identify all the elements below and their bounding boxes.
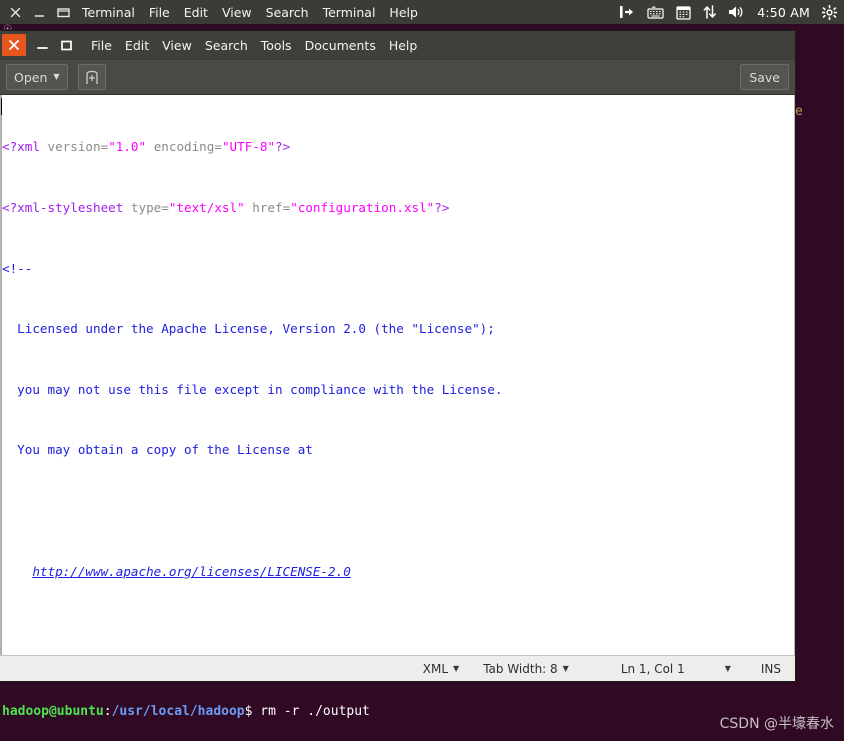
panel-menu-file[interactable]: File: [149, 3, 170, 22]
cursor-position[interactable]: Ln 1, Col 1 ▼: [581, 662, 743, 676]
terminal-prompt-path: /usr/local/hadoop: [111, 704, 245, 719]
gear-icon[interactable]: [822, 4, 837, 20]
gedit-window[interactable]: File Edit View Search Tools Documents He…: [0, 31, 795, 681]
gedit-menu-tools[interactable]: Tools: [261, 38, 292, 53]
maximize-icon[interactable]: [57, 6, 70, 19]
license-url-link[interactable]: http://www.apache.org/licenses/LICENSE-2…: [32, 564, 350, 579]
language-selector[interactable]: XML ▼: [411, 662, 471, 676]
chevron-down-icon: ▼: [453, 663, 460, 673]
minimize-icon[interactable]: [30, 34, 54, 56]
calendar-icon[interactable]: [676, 4, 691, 20]
code-line: Licensed under the Apache License, Versi…: [2, 321, 495, 337]
close-icon[interactable]: [9, 6, 22, 19]
terminal-text-sliver: e: [795, 104, 803, 119]
tab-width-selector[interactable]: Tab Width: 8 ▼: [471, 662, 581, 676]
code-line: you may not use this file except in comp…: [2, 381, 503, 397]
terminal-command: rm -r ./output: [260, 704, 370, 719]
code-line: <!--: [2, 260, 33, 276]
panel-menu-view[interactable]: View: [222, 3, 252, 22]
session-indicator-icon[interactable]: [619, 4, 635, 20]
gedit-titlebar: File Edit View Search Tools Documents He…: [0, 31, 795, 59]
new-document-icon[interactable]: [77, 64, 106, 90]
unity-top-panel: Terminal File Edit View Search Terminal …: [0, 0, 844, 24]
keyboard-indicator-icon[interactable]: [647, 4, 664, 20]
code-line: <?xml version="1.0" encoding="UTF-8"?>: [2, 139, 291, 155]
insert-mode-indicator[interactable]: INS: [743, 662, 785, 676]
gedit-menu-help[interactable]: Help: [389, 38, 418, 53]
cursor-position-label: Ln 1, Col 1: [620, 661, 685, 676]
open-button-label: Open: [14, 69, 48, 85]
panel-menubar[interactable]: Terminal File Edit View Search Terminal …: [82, 3, 418, 22]
language-label: XML: [422, 661, 449, 676]
gedit-statusbar: XML ▼ Tab Width: 8 ▼ Ln 1, Col 1 ▼ INS: [0, 655, 795, 681]
panel-menu-terminal[interactable]: Terminal: [323, 3, 376, 22]
gedit-toolbar: Open ▼ Save: [0, 59, 795, 95]
chevron-down-icon: ▼: [724, 663, 731, 673]
gedit-menu-file[interactable]: File: [91, 38, 112, 53]
panel-app-name[interactable]: Terminal: [82, 3, 135, 22]
tab-width-label: Tab Width: 8: [483, 661, 558, 676]
gedit-menu-edit[interactable]: Edit: [125, 38, 149, 53]
network-indicator-icon[interactable]: [703, 4, 717, 20]
save-button-label: Save: [749, 69, 780, 85]
panel-menu-search[interactable]: Search: [266, 3, 309, 22]
panel-menu-help[interactable]: Help: [389, 3, 418, 22]
gedit-menu-search[interactable]: Search: [205, 38, 248, 53]
code-line: <?xml-stylesheet type="text/xsl" href="c…: [2, 200, 450, 215]
maximize-icon[interactable]: [54, 34, 78, 56]
system-tray: 4:50 AM: [619, 4, 844, 20]
open-button[interactable]: Open ▼: [6, 64, 68, 90]
code-line: http://www.apache.org/licenses/LICENSE-2…: [2, 562, 563, 582]
clock[interactable]: 4:50 AM: [757, 5, 810, 20]
minimize-icon[interactable]: [33, 6, 46, 19]
gedit-editor-area[interactable]: <?xml version="1.0" encoding="UTF-8"?> <…: [0, 95, 795, 655]
panel-window-controls: [0, 6, 82, 19]
save-button[interactable]: Save: [740, 64, 789, 90]
gedit-menu-view[interactable]: View: [162, 38, 192, 53]
chevron-down-icon: ▼: [562, 663, 569, 673]
terminal-line: hadoop@ubuntu:/usr/local/hadoop$ rm -r .…: [2, 704, 370, 719]
close-icon[interactable]: [2, 34, 26, 56]
volume-icon[interactable]: [728, 4, 745, 20]
gedit-menubar[interactable]: File Edit View Search Tools Documents He…: [91, 38, 417, 53]
watermark: CSDN @半壕春水: [719, 716, 834, 732]
chevron-down-icon: ▼: [53, 72, 60, 81]
terminal-prompt-user: hadoop@ubuntu: [2, 704, 104, 719]
code-line: You may obtain a copy of the License at: [2, 442, 313, 458]
insert-mode-label: INS: [760, 661, 781, 676]
gedit-menu-documents[interactable]: Documents: [305, 38, 376, 53]
gedit-window-controls: [0, 34, 78, 56]
panel-menu-edit[interactable]: Edit: [184, 3, 208, 22]
xml-source-text[interactable]: <?xml version="1.0" encoding="UTF-8"?> <…: [1, 97, 563, 655]
